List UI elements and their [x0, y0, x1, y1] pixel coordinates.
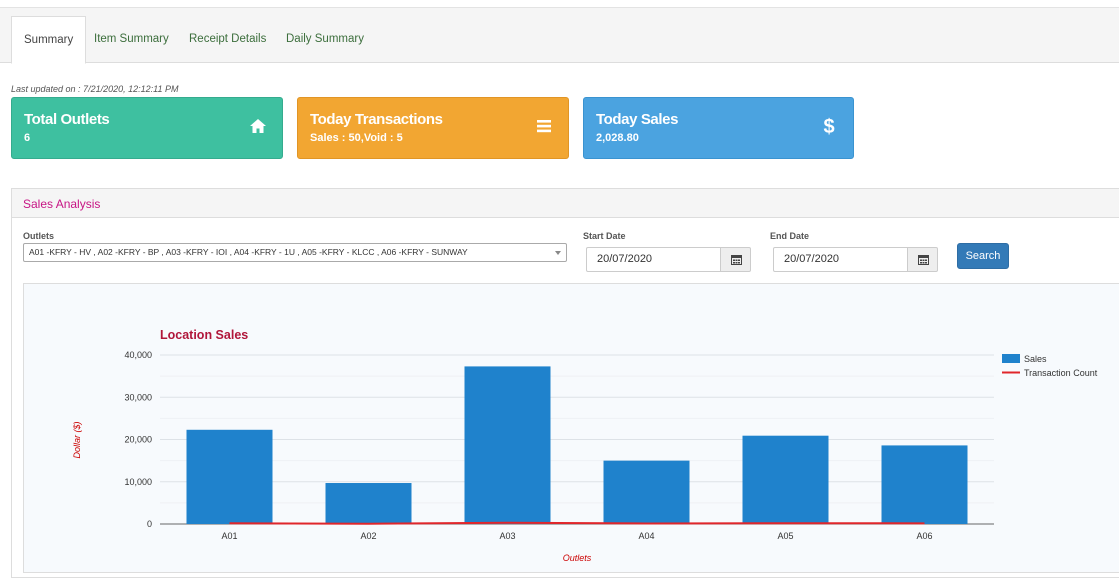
location-sales-chart: 0 10,000 20,000 30,000 40,000 A01 A02 A03 A04 A05…	[72, 328, 1098, 563]
tab-bar: Summary Item Summary Receipt Details Dai…	[0, 8, 1119, 64]
legend-label-transaction-count: Transaction Count	[1024, 368, 1098, 378]
bar-A05	[742, 435, 829, 524]
outlets-label: Outlets	[23, 231, 55, 241]
x-tick-label: A02	[360, 531, 376, 541]
chart-legend: Sales Transaction Count	[1002, 354, 1098, 378]
tab-receipt-details[interactable]: Receipt Details	[177, 16, 278, 63]
start-date-label: Start Date	[583, 231, 626, 241]
panel-title: Sales Analysis	[23, 197, 101, 211]
dollar-icon: $	[823, 116, 834, 136]
bar-A03	[464, 366, 551, 524]
y-tick-label: 20,000	[124, 435, 152, 445]
y-tick-label: 40,000	[124, 350, 152, 360]
start-date-calendar-button[interactable]	[720, 247, 751, 272]
end-date-input[interactable]: 20/07/2020	[773, 247, 908, 272]
end-date-label: End Date	[770, 231, 810, 241]
card-value: Sales : 50,Void : 5	[310, 132, 403, 144]
last-updated-text: Last updated on : 7/21/2020, 12:12:11 PM	[11, 84, 179, 94]
y-axis-label: Dollar ($)	[72, 421, 82, 458]
bar-A04	[603, 460, 690, 524]
bar-A06	[881, 445, 968, 524]
legend-label-sales: Sales	[1024, 354, 1047, 364]
bar-A02	[325, 483, 412, 524]
y-tick-label: 0	[147, 519, 152, 529]
legend-swatch-sales	[1002, 354, 1020, 363]
total-outlets-card: Total Outlets 6	[11, 97, 283, 159]
outlets-select[interactable]: A01 -KFRY - HV , A02 -KFRY - BP , A03 -K…	[23, 243, 567, 262]
grid-layer	[160, 354, 994, 525]
chart-container: 0 10,000 20,000 30,000 40,000 A01 A02 A03 A04 A05…	[23, 283, 1119, 573]
today-transactions-card: Today Transactions Sales : 50,Void : 5	[297, 97, 569, 159]
x-tick-label: A06	[916, 531, 932, 541]
top-bar	[0, 0, 1119, 8]
card-value: 2,028.80	[596, 132, 639, 144]
card-title: Today Sales	[596, 111, 679, 128]
today-sales-card: Today Sales 2,028.80 $	[583, 97, 854, 159]
chart-title: Location Sales	[160, 328, 248, 342]
card-title: Today Transactions	[310, 111, 443, 128]
y-tick-label: 10,000	[124, 477, 152, 487]
calendar-icon	[918, 255, 929, 265]
card-value: 6	[24, 132, 31, 144]
search-button[interactable]: Search	[957, 243, 1009, 269]
end-date-calendar-button[interactable]	[907, 247, 938, 272]
panel-header: Sales Analysis	[12, 189, 1119, 218]
x-tick-label: A05	[777, 531, 793, 541]
bars-layer	[186, 366, 968, 524]
y-tick-label: 30,000	[124, 392, 152, 402]
tab-item-summary[interactable]: Item Summary	[82, 16, 181, 63]
x-tick-label: A04	[638, 531, 654, 541]
x-tick-label: A01	[221, 531, 237, 541]
bars-icon	[537, 120, 551, 133]
svg-text:$: $	[823, 116, 834, 136]
transaction-count-line	[229, 521, 925, 525]
bar-A01	[186, 429, 273, 524]
chevron-down-icon	[555, 251, 561, 255]
outlets-select-value: A01 -KFRY - HV , A02 -KFRY - BP , A03 -K…	[29, 247, 468, 257]
x-tick-label: A03	[499, 531, 515, 541]
card-title: Total Outlets	[24, 111, 110, 128]
x-axis-label: Outlets	[563, 553, 592, 563]
tab-daily-summary[interactable]: Daily Summary	[274, 16, 376, 63]
home-icon	[250, 119, 266, 133]
line-layer	[229, 521, 925, 525]
start-date-input[interactable]: 20/07/2020	[586, 247, 721, 272]
tab-summary[interactable]: Summary	[11, 16, 87, 64]
calendar-icon	[731, 255, 742, 265]
